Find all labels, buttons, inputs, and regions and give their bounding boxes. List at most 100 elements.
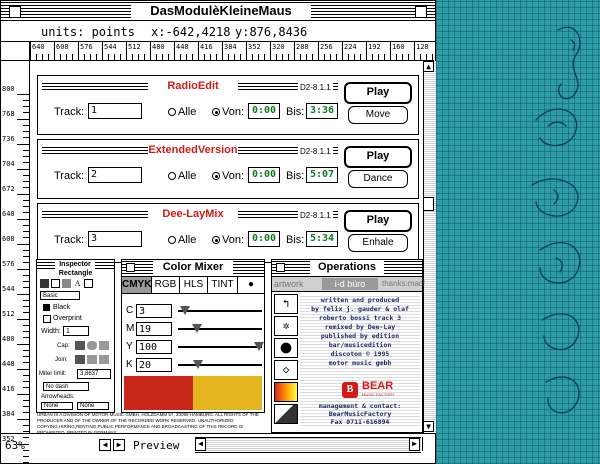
track-action-button[interactable]: Dance — [348, 170, 408, 188]
ruler-tick — [36, 54, 37, 60]
ruler-label: 160 — [392, 43, 405, 51]
operations-icon-column: ↰ ✲ ◇ — [274, 294, 298, 428]
tab-cmyk[interactable]: CMYK — [122, 277, 152, 293]
horizontal-ruler[interactable]: 640 608 576 544 512 480 448 416 384 352 320 288 256 2… — [29, 42, 434, 61]
page-prev-button[interactable]: ◀ — [99, 439, 111, 451]
track-number-field[interactable]: 2 — [88, 167, 142, 183]
join-options[interactable] — [75, 355, 111, 364]
arrowhead-left-dropdown[interactable]: None — [41, 402, 73, 410]
play-button[interactable]: Play — [344, 146, 412, 168]
track-action-button[interactable]: Enhale — [348, 234, 408, 252]
zoom-level[interactable]: 63% — [5, 439, 43, 453]
credit-line: bar/musicedition — [328, 341, 392, 349]
channel-slider-track[interactable] — [178, 346, 262, 348]
ruler-label: 608 — [56, 43, 69, 51]
channel-slider-track[interactable] — [178, 328, 262, 330]
radio-alle[interactable] — [168, 236, 176, 244]
channel-slider-track[interactable] — [178, 364, 262, 366]
channel-value-field[interactable]: 19 — [136, 322, 172, 336]
apple-icon[interactable]: ● — [238, 277, 264, 293]
channel-value-field[interactable]: 3 — [136, 304, 172, 318]
bis-time-field[interactable]: 5:34 — [306, 231, 338, 247]
object-icon[interactable] — [40, 279, 49, 288]
von-time-field[interactable]: 0:00 — [248, 167, 280, 183]
tab-rgb[interactable]: RGB — [152, 277, 180, 293]
zoom-popup[interactable] — [43, 437, 87, 455]
channel-value-field[interactable]: 20 — [136, 358, 172, 372]
page-next-button[interactable]: ▶ — [113, 439, 125, 451]
view-mode-label[interactable]: Preview — [133, 439, 193, 453]
overprint-checkbox[interactable] — [43, 315, 51, 323]
ruler-tick — [294, 42, 295, 60]
von-time-field[interactable]: 0:00 — [248, 231, 280, 247]
bis-time-field[interactable]: 5:07 — [306, 167, 338, 183]
horizontal-scrollbar[interactable] — [195, 437, 421, 453]
scroll-down-button[interactable]: ▼ — [423, 421, 434, 432]
vertical-scrollbar[interactable] — [423, 61, 436, 433]
color-mixer-close-box[interactable] — [126, 263, 135, 272]
radio-von[interactable] — [212, 108, 220, 116]
cap-square-icon[interactable] — [99, 341, 109, 350]
play-button[interactable]: Play — [344, 210, 412, 232]
transform-icon[interactable]: ↰ — [274, 294, 298, 314]
track-number-field[interactable]: 1 — [88, 103, 142, 119]
channel-value-field[interactable]: 100 — [136, 340, 172, 354]
rotate-icon[interactable]: ✲ — [274, 316, 298, 336]
fill-icon[interactable] — [51, 279, 60, 288]
channel-slider-thumb[interactable] — [254, 342, 264, 351]
scroll-right-button[interactable]: ▶ — [409, 438, 420, 451]
bis-time-field[interactable]: 3:36 — [306, 103, 338, 119]
blend-icon[interactable] — [274, 338, 298, 358]
radio-alle[interactable] — [168, 108, 176, 116]
track-number-field[interactable]: 3 — [88, 231, 142, 247]
channel-slider-track[interactable] — [178, 310, 262, 312]
width-field[interactable]: 1 — [63, 326, 89, 336]
operations-close-box[interactable] — [276, 263, 285, 272]
tab-hls[interactable]: HLS — [180, 277, 208, 293]
scroll-left-button[interactable]: ◀ — [195, 438, 206, 451]
resize-grip[interactable] — [422, 437, 435, 451]
cap-butt-icon[interactable] — [75, 341, 85, 350]
von-time-field[interactable]: 0:00 — [248, 103, 280, 119]
join-round-icon[interactable] — [87, 355, 97, 364]
channel-slider-thumb[interactable] — [192, 324, 202, 333]
dash-dropdown[interactable]: No dash — [43, 382, 89, 391]
ruler-tick — [264, 54, 265, 60]
channel-slider-thumb[interactable] — [180, 306, 190, 315]
track-action-button[interactable]: Move — [348, 106, 408, 124]
tab-thanks-mac[interactable]: thanks:mac! — [382, 278, 425, 290]
gradient-icon[interactable] — [274, 382, 298, 402]
ruler-tick — [390, 42, 391, 60]
shadow-icon[interactable] — [274, 404, 298, 424]
document-icon[interactable] — [84, 279, 93, 288]
fill-swatch[interactable] — [43, 304, 50, 311]
scroll-thumb[interactable] — [423, 197, 434, 211]
tab-artwork[interactable]: artwork — [274, 278, 318, 290]
scroll-up-button[interactable]: ▲ — [423, 61, 434, 72]
radio-alle[interactable] — [168, 172, 176, 180]
text-icon[interactable]: A — [73, 279, 82, 288]
play-button[interactable]: Play — [344, 82, 412, 104]
zoom-box[interactable] — [415, 6, 427, 18]
radio-von[interactable] — [212, 172, 220, 180]
join-bevel-icon[interactable] — [99, 355, 109, 364]
cap-options[interactable] — [75, 341, 111, 350]
ruler-tick — [23, 100, 29, 101]
ruler-tick — [54, 42, 55, 60]
style-dropdown[interactable]: Basic — [40, 291, 80, 300]
stroke-icon[interactable] — [62, 279, 71, 288]
tab-tint[interactable]: TINT — [208, 277, 238, 293]
radio-von[interactable] — [212, 236, 220, 244]
ruler-tick — [23, 156, 29, 157]
envelope-icon[interactable]: ◇ — [274, 360, 298, 380]
vertical-ruler[interactable]: 800 768 736 704 672 640 608 576 544 512 480 448 416 3… — [1, 61, 30, 463]
ruler-label: 480 — [152, 43, 165, 51]
channel-slider-thumb[interactable] — [193, 360, 203, 369]
arrowhead-right-dropdown[interactable]: None — [77, 402, 109, 410]
join-miter-icon[interactable] — [75, 355, 85, 364]
close-box[interactable] — [9, 6, 21, 18]
tab-id-buero[interactable]: i-d büro — [322, 278, 378, 290]
cap-round-icon[interactable] — [87, 341, 97, 350]
inspector-icon-row[interactable]: A — [40, 279, 110, 288]
miter-field[interactable]: 3,8637 — [77, 369, 111, 379]
